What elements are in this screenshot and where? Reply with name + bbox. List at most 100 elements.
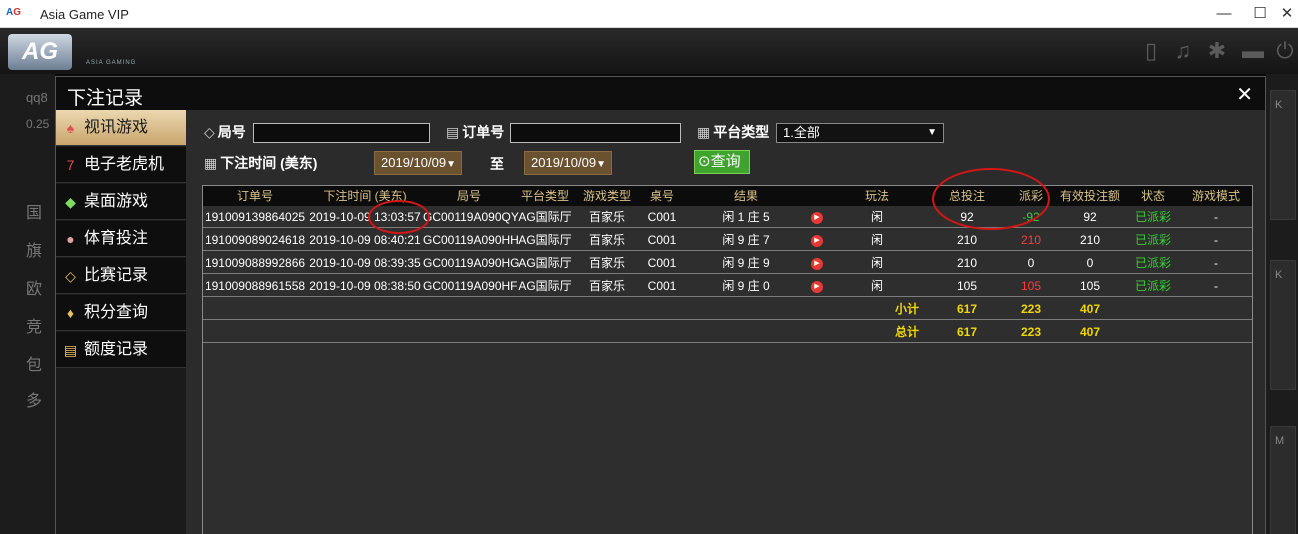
bg-balance: 0.25 xyxy=(26,117,50,131)
table-row[interactable]: 191009088961558 2019-10-09 08:38:50 GC00… xyxy=(203,275,1252,297)
order-id-cell: 191009088992866 xyxy=(204,256,306,270)
bg-row: 包 xyxy=(26,357,43,374)
order-input[interactable] xyxy=(510,123,681,143)
replay-cell[interactable]: ▶ xyxy=(807,275,827,297)
bg-row: 多 xyxy=(26,393,43,410)
play-icon[interactable]: ▶ xyxy=(811,280,823,293)
minimize-button[interactable]: — xyxy=(1212,4,1236,24)
platform-cell: AG国际厅 xyxy=(518,279,572,293)
game-type-cell: 百家乐 xyxy=(588,233,625,247)
platform-cell: AG国际厅 xyxy=(518,256,572,270)
slot-icon: 7 xyxy=(66,157,75,173)
bg-row: 国 xyxy=(26,205,43,222)
query-button[interactable]: ⊙查询 xyxy=(694,150,750,174)
modal-content: ◌ ◇局号 ▤订单号 ▦平台类型 1.全部 ▼ ▦下注时间 (美东) 2019/… xyxy=(186,110,1265,534)
window-titlebar: AG Asia Game VIP — ☐ ✕ xyxy=(0,0,1298,28)
valid-bet-cell: 0 xyxy=(1086,256,1094,270)
round-label: ◇ 局号 xyxy=(204,124,246,140)
total-row: 总计 617 223 407 xyxy=(203,321,1252,343)
gear-icon[interactable]: ✱ xyxy=(1204,38,1230,64)
header-cell: 下注时间 (美东) xyxy=(323,189,407,203)
bet-time-cell: 2019-10-09 13:03:57 xyxy=(309,210,421,224)
sidebar-item-slots[interactable]: 7 电子老虎机 xyxy=(56,147,186,183)
table-row[interactable]: 191009139864025 2019-10-09 13:03:57 GC00… xyxy=(203,206,1252,228)
search-icon: ⊙ xyxy=(698,153,711,170)
window-close-button[interactable]: ✕ xyxy=(1275,4,1298,24)
play-icon[interactable]: ▶ xyxy=(811,211,823,224)
payout-cell: 210 xyxy=(1020,233,1042,247)
header-cell: 游戏类型 xyxy=(582,189,631,203)
sidebar-item-sports[interactable]: ● 体育投注 xyxy=(56,221,186,257)
status-cell: 已派彩 xyxy=(1134,233,1171,247)
round-id-cell: GC00119A090QY xyxy=(423,210,519,224)
sidebar-item-label: 体育投注 xyxy=(84,230,149,247)
total-label: 总计 xyxy=(894,325,919,339)
sidebar-item-credit-records[interactable]: ▤ 额度记录 xyxy=(56,332,186,368)
play-type-cell: 闲 xyxy=(870,279,883,293)
table-no-cell: C001 xyxy=(647,233,677,247)
table-row[interactable]: 191009089024618 2019-10-09 08:40:21 GC00… xyxy=(203,229,1252,251)
round-id-cell: GC00119A090HH xyxy=(423,233,519,247)
platform-cell: AG国际厅 xyxy=(518,233,572,247)
time-label: ▦ 下注时间 (美东) xyxy=(204,155,318,171)
valid-bet-cell: 92 xyxy=(1083,210,1097,224)
total-bet-cell: 210 xyxy=(956,256,978,270)
calendar-icon: ▦ xyxy=(204,155,218,171)
table-row[interactable]: 191009088992866 2019-10-09 08:39:35 GC00… xyxy=(203,252,1252,274)
header-cell: 总投注 xyxy=(948,189,985,203)
order-id-cell: 191009139864025 xyxy=(204,210,306,224)
chat-icon[interactable]: ▬ xyxy=(1240,38,1266,64)
header-cell: 状态 xyxy=(1140,189,1165,203)
replay-cell[interactable]: ▶ xyxy=(807,229,827,251)
window-title: Asia Game VIP xyxy=(40,7,129,22)
round-id-cell: GC00119A090HG xyxy=(423,256,520,270)
status-cell: 已派彩 xyxy=(1134,279,1171,293)
game-type-cell: 百家乐 xyxy=(588,210,625,224)
platform-select[interactable]: 1.全部 ▼ xyxy=(776,123,944,143)
subtotal-label: 小计 xyxy=(894,302,919,316)
date-from-input[interactable]: 2019/10/09▼ xyxy=(374,151,462,175)
date-from-value: 2019/10/09 xyxy=(381,155,447,170)
game-type-cell: 百家乐 xyxy=(588,279,625,293)
sidebar-item-points[interactable]: ♦ 积分查询 xyxy=(56,295,186,331)
music-icon[interactable]: ♫ xyxy=(1170,38,1196,64)
round-input[interactable] xyxy=(253,123,430,143)
subtotal-payout: 223 xyxy=(1020,302,1042,316)
sidebar-item-table-games[interactable]: ◆ 桌面游戏 xyxy=(56,184,186,220)
table-header: 订单号 下注时间 (美东) 局号 平台类型 游戏类型 桌号 结果 玩法 总投注 … xyxy=(203,186,1252,206)
replay-cell[interactable]: ▶ xyxy=(807,252,827,274)
play-icon[interactable]: ▶ xyxy=(811,234,823,247)
power-icon[interactable]: ⏻ xyxy=(1272,38,1298,64)
bg-user: qq8 xyxy=(26,90,48,105)
total-payout: 223 xyxy=(1020,325,1042,339)
bg-row: 旗 xyxy=(26,243,43,260)
play-icon[interactable]: ▶ xyxy=(811,257,823,270)
subtotal-row: 小计 617 223 407 xyxy=(203,298,1252,320)
valid-bet-cell: 210 xyxy=(1079,233,1101,247)
app-header: AG ASIA GAMING ▯ ♫ ✱ ▬ ⏻ xyxy=(0,28,1298,74)
sidebar-item-match-records[interactable]: ◇ 比赛记录 xyxy=(56,258,186,294)
replay-cell[interactable]: ▶ xyxy=(807,206,827,228)
order-id-cell: 191009089024618 xyxy=(204,233,306,247)
bet-time-cell: 2019-10-09 08:39:35 xyxy=(309,256,421,270)
bet-time-cell: 2019-10-09 08:40:21 xyxy=(309,233,421,247)
app-logo-icon: AG xyxy=(6,7,22,18)
phone-icon[interactable]: ▯ xyxy=(1138,38,1164,64)
sidebar-item-label: 积分查询 xyxy=(84,304,149,321)
bg-tile: K xyxy=(1270,260,1296,390)
background-right-panel: K K M xyxy=(1266,74,1298,534)
modal-close-button[interactable]: ✕ xyxy=(1236,82,1253,107)
status-cell: 已派彩 xyxy=(1134,256,1171,270)
modal-sidebar: ♠ 视讯游戏 7 电子老虎机 ◆ 桌面游戏 ● 体育投注 ◇ 比赛记录 ♦ 积分… xyxy=(56,110,186,534)
bg-tile: K xyxy=(1270,90,1296,220)
sidebar-item-video-games[interactable]: ♠ 视讯游戏 xyxy=(56,110,186,146)
caret-down-icon: ▼ xyxy=(596,159,606,170)
date-to-input[interactable]: 2019/10/09▼ xyxy=(524,151,612,175)
bet-record-modal: 下注记录 ✕ ♠ 视讯游戏 7 电子老虎机 ◆ 桌面游戏 ● 体育投注 ◇ 比赛… xyxy=(55,76,1266,534)
table-no-cell: C001 xyxy=(647,210,677,224)
subtotal-valid-bet: 407 xyxy=(1079,302,1101,316)
modal-header: 下注记录 ✕ xyxy=(56,77,1265,110)
bet-record-table: 订单号 下注时间 (美东) 局号 平台类型 游戏类型 桌号 结果 玩法 总投注 … xyxy=(202,185,1253,534)
caret-down-icon: ▼ xyxy=(446,159,456,170)
maximize-button[interactable]: ☐ xyxy=(1248,4,1272,24)
